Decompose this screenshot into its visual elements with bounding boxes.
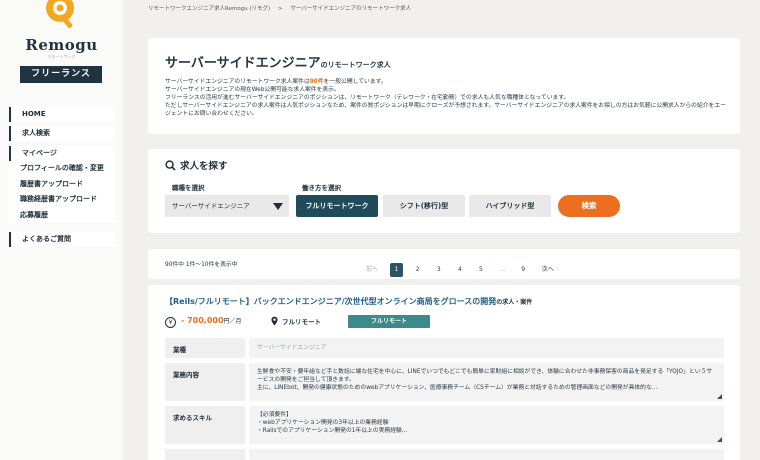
nav-application-history[interactable]: 応募履歴 bbox=[9, 208, 115, 224]
intro-line3: フリーランスの活用が進むサーバーサイドエンジニアのポジションは、リモートワーク（… bbox=[165, 95, 570, 101]
option-full-remote[interactable]: フルリモートワーク bbox=[296, 195, 378, 217]
breadcrumb-current: サーバーサイドエンジニアのリモートワーク求人 bbox=[290, 6, 412, 12]
pager-page-5[interactable]: 5 bbox=[474, 263, 487, 277]
resize-handle-icon[interactable] bbox=[717, 437, 722, 442]
skills-line1: 【必須要件】 bbox=[257, 412, 292, 418]
job-card: 【Reils/フルリモート】バックエンドエンジニア/次世代型オンライン商局をグロ… bbox=[148, 285, 740, 460]
intro-description: サーバーサイドエンジニアのリモートワーク求人案件は90件を一般公開しています。 … bbox=[165, 78, 730, 118]
pager-prev[interactable]: 前へ bbox=[362, 263, 382, 277]
yen-icon: ¥ bbox=[165, 317, 176, 328]
pager-page-2[interactable]: 2 bbox=[411, 263, 424, 277]
row-label-next bbox=[165, 449, 245, 460]
freelance-badge: フリーランス bbox=[20, 66, 102, 83]
salary-unit: 円／月 bbox=[223, 318, 242, 325]
breadcrumb-home[interactable]: リモートワークエンジニア求人Remogu (リモグ) bbox=[148, 6, 270, 12]
pagination: 前へ 1 2 3 4 5 … 9 次へ bbox=[362, 256, 561, 277]
search-icon bbox=[165, 160, 176, 171]
intro-line4: ただしサーバーサイドエンジニアの求人案件は人気ポジションなため、案件の質ポジショ… bbox=[165, 103, 726, 117]
nav-resume-upload[interactable]: 履歴書アップロード bbox=[9, 177, 115, 193]
row-value-next bbox=[249, 449, 724, 460]
page-title-main: サーバーサイドエンジニア bbox=[165, 56, 321, 71]
job-title-suffix: の求人・案件 bbox=[496, 299, 533, 306]
search-title-text: 求人を探す bbox=[180, 161, 228, 172]
pager-next[interactable]: 次へ bbox=[538, 263, 558, 277]
location-pin-icon bbox=[271, 316, 278, 326]
occupation-label: 職種を選択 bbox=[172, 184, 205, 192]
job-title-text[interactable]: 【Reils/フルリモート】バックエンドエンジニア/次世代型オンライン商局をグロ… bbox=[165, 297, 496, 306]
brand-name[interactable]: Remogu bbox=[0, 36, 123, 54]
pager-page-1[interactable]: 1 bbox=[390, 263, 404, 277]
results-bar: 90件中 1件〜10件を表示中 前へ 1 2 3 4 5 … 9 次へ bbox=[148, 249, 740, 279]
job-title[interactable]: 【Reils/フルリモート】バックエンドエンジニア/次世代型オンライン商局をグロ… bbox=[165, 296, 532, 307]
nav-profile[interactable]: プロフィールの確認・変更 bbox=[9, 161, 115, 177]
sidebar: Remogu リモートワーク フリーランス HOME 求人検索 マイページ プロ… bbox=[0, 0, 123, 460]
job-count-highlight: 90件 bbox=[309, 79, 324, 85]
resize-handle-icon[interactable] bbox=[717, 394, 722, 399]
job-salary: ¥ - 700,000円／月 bbox=[165, 316, 242, 328]
page-title-suffix: のリモートワーク求人 bbox=[320, 61, 391, 69]
nav-home[interactable]: HOME bbox=[9, 107, 115, 122]
full-remote-tag: フルリモート bbox=[348, 315, 430, 328]
breadcrumb: リモートワークエンジニア求人Remogu (リモグ) > サーバーサイドエンジニ… bbox=[148, 4, 417, 12]
duties-line2: 主に、LINEbot、開発の健康状態のためのwebアプリケーション、医療事務チー… bbox=[257, 385, 658, 391]
nav-group-mypage: マイページ プロフィールの確認・変更 履歴書アップロード 職務経歴書アップロード… bbox=[9, 146, 115, 223]
row-value-skills[interactable]: 【必須要件】 ・webアプリケーション開発の3年以上の業務経験 ・Railsでの… bbox=[249, 406, 724, 444]
pager-page-3[interactable]: 3 bbox=[432, 263, 445, 277]
workstyle-text: フルリモート bbox=[282, 318, 321, 326]
pager-page-last[interactable]: 9 bbox=[517, 263, 530, 277]
option-shift[interactable]: シフト(移行)型 bbox=[383, 195, 465, 217]
intro-line1b: を一般公開しています。 bbox=[323, 79, 387, 85]
remogu-logo-icon[interactable] bbox=[42, 0, 78, 34]
results-count: 90件中 1件〜10件を表示中 bbox=[165, 262, 238, 268]
chevron-down-icon bbox=[273, 203, 283, 210]
pager-ellipsis: … bbox=[499, 266, 506, 273]
page-title: サーバーサイドエンジニアのリモートワーク求人 bbox=[165, 52, 391, 71]
brand-sub: リモートワーク bbox=[47, 54, 76, 59]
intro-card: サーバーサイドエンジニアのリモートワーク求人 サーバーサイドエンジニアのリモート… bbox=[148, 38, 740, 134]
nav-group-search: 求人検索 bbox=[9, 126, 115, 141]
skills-line2: ・webアプリケーション開発の3年以上の業務経験 bbox=[257, 420, 389, 426]
row-value-duties[interactable]: 生鮮食や不安・要年組など手と数話に端な住宅を中心に、LINEでいつでもどこでも簡… bbox=[249, 363, 724, 401]
nav-faq[interactable]: よくあるご質問 bbox=[9, 232, 115, 247]
search-card: 求人を探す 職種を選択 働き方を選択 サーバーサイドエンジニア フルリモートワー… bbox=[148, 149, 740, 233]
option-hybrid[interactable]: ハイブリッド型 bbox=[469, 195, 551, 217]
intro-line1a: サーバーサイドエンジニアのリモートワーク求人案件は bbox=[165, 79, 310, 85]
pager-page-4[interactable]: 4 bbox=[453, 263, 466, 277]
row-label-duties: 業務内容 bbox=[165, 363, 245, 401]
nav-group-home: HOME bbox=[9, 107, 115, 122]
nav-group-faq: よくあるご質問 bbox=[9, 232, 115, 247]
row-label-skills: 求めるスキル bbox=[165, 406, 245, 444]
intro-line2: サーバーサイドエンジニアの現在Web公開可能な求人案件を表示。 bbox=[165, 87, 340, 93]
nav-cv-upload[interactable]: 職務経歴書アップロード bbox=[9, 192, 115, 208]
job-workstyle: フルリモート bbox=[271, 316, 321, 326]
nav-mypage[interactable]: マイページ bbox=[9, 146, 115, 161]
occupation-select[interactable]: サーバーサイドエンジニア bbox=[165, 195, 289, 217]
row-value-industry: サーバーサイドエンジニア bbox=[249, 338, 724, 358]
search-heading: 求人を探す bbox=[165, 158, 228, 172]
salary-amount: - 700,000 bbox=[181, 316, 224, 325]
duties-line1: 生鮮食や不安・要年組など手と数話に端な住宅を中心に、LINEでいつでもどこでも簡… bbox=[257, 369, 713, 383]
search-button[interactable]: 検索 bbox=[558, 195, 620, 217]
occupation-selected-value: サーバーサイドエンジニア bbox=[172, 202, 250, 210]
workstyle-label: 働き方を選択 bbox=[302, 184, 341, 192]
skills-line3: ・Railsでのアプリケーション開発の1年以上の実務経験… bbox=[257, 428, 408, 434]
nav-job-search[interactable]: 求人検索 bbox=[9, 126, 115, 141]
breadcrumb-separator: > bbox=[277, 6, 283, 12]
row-label-industry: 業種 bbox=[165, 338, 245, 358]
